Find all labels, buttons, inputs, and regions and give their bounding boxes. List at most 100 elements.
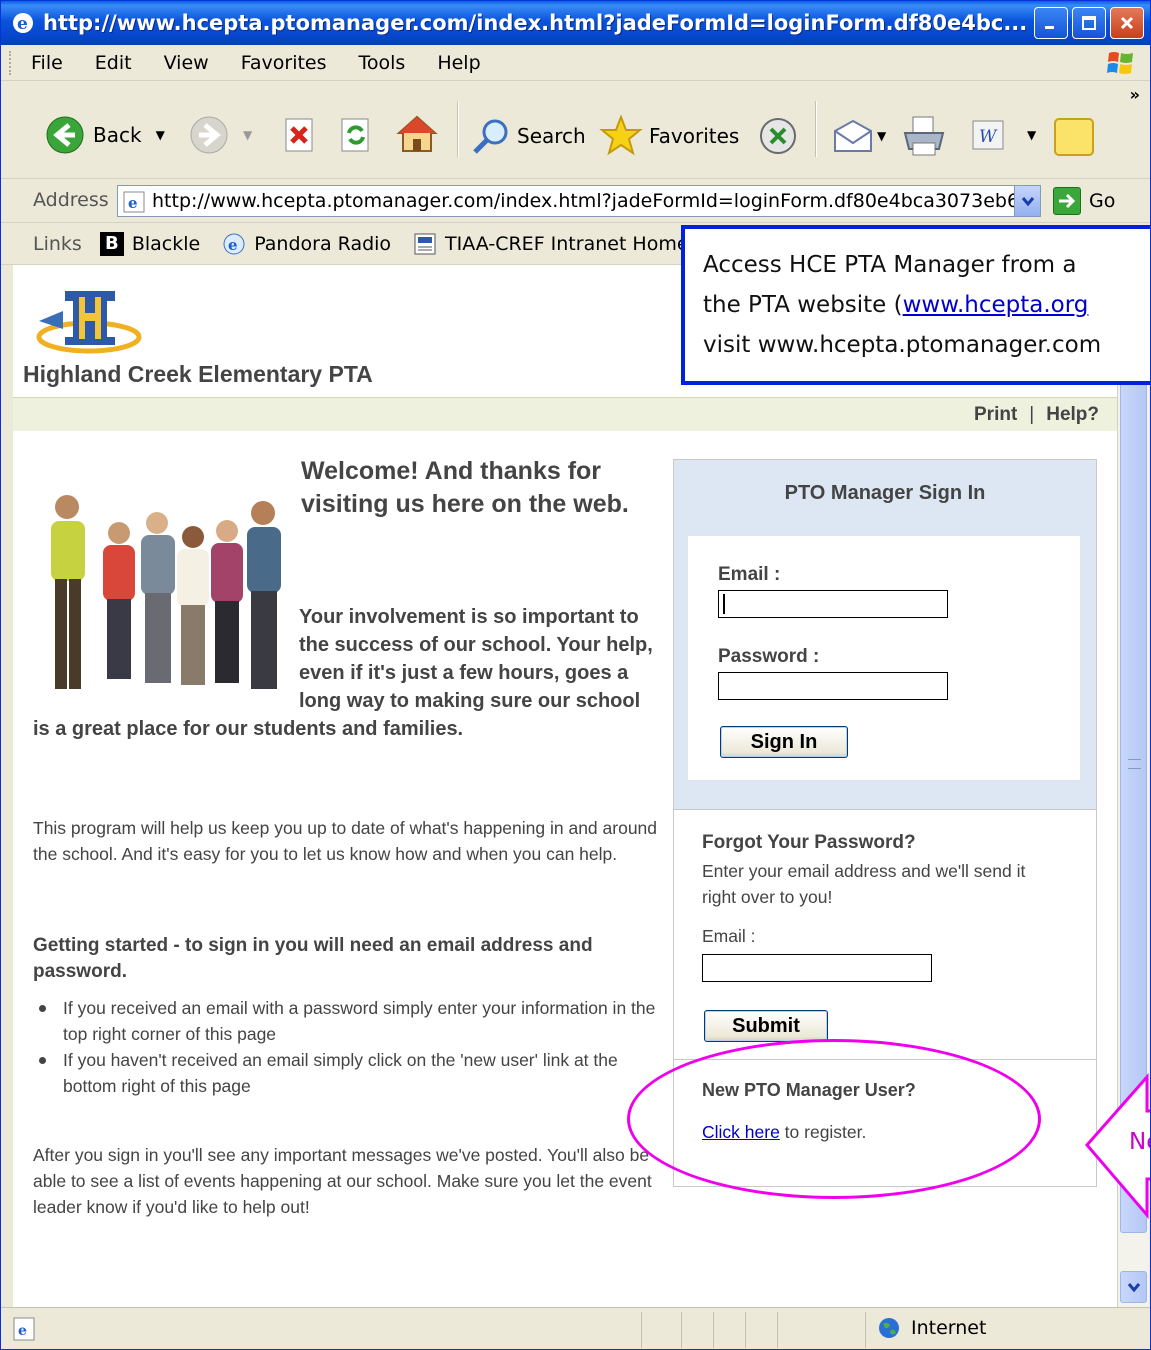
- mail-button[interactable]: ▼: [831, 117, 886, 155]
- link-pandora[interactable]: e Pandora Radio: [222, 232, 391, 256]
- page-ie-icon: e: [123, 191, 145, 213]
- forward-button[interactable]: ▼: [189, 115, 252, 155]
- email-label: Email :: [718, 564, 781, 585]
- title-bar: e http://www.hcepta.ptomanager.com/index…: [1, 1, 1150, 45]
- browser-window: e http://www.hcepta.ptomanager.com/index…: [0, 0, 1151, 1350]
- status-bar: e Internet: [1, 1307, 1150, 1349]
- menu-tools[interactable]: Tools: [359, 52, 406, 74]
- forgot-email-label: Email :: [702, 926, 756, 946]
- callout-line-2-prefix: the PTA website (: [703, 292, 903, 318]
- minimize-icon: [1045, 26, 1054, 29]
- password-field[interactable]: [718, 672, 948, 700]
- list-item: If you haven't received an email simply …: [33, 1047, 663, 1099]
- svg-text:e: e: [18, 1323, 27, 1339]
- signin-section: PTO Manager Sign In Email : Password : S…: [674, 460, 1096, 810]
- intranet-icon: [414, 233, 436, 254]
- forward-arrow-icon: [190, 116, 228, 154]
- menu-edit[interactable]: Edit: [95, 52, 132, 74]
- print-button[interactable]: [901, 113, 947, 159]
- scroll-down-button[interactable]: [1120, 1271, 1147, 1303]
- sign-in-button[interactable]: Sign In: [720, 726, 848, 758]
- home-icon: [396, 115, 438, 152]
- note-icon: [1054, 118, 1094, 156]
- maximize-icon: [1082, 16, 1096, 30]
- globe-icon: [879, 1318, 899, 1338]
- school-logo: [36, 291, 142, 354]
- menu-file[interactable]: File: [31, 52, 63, 74]
- forgot-password-title: Forgot Your Password?: [702, 832, 916, 853]
- annotation-arrow-text: Ne: [1129, 1129, 1150, 1155]
- address-dropdown-icon[interactable]: [1014, 186, 1040, 216]
- menu-favorites[interactable]: Favorites: [241, 52, 327, 74]
- address-url: http://www.hcepta.ptomanager.com/index.h…: [152, 190, 1041, 212]
- after-signin-paragraph: After you sign in you'll see any importa…: [33, 1145, 652, 1217]
- help-link[interactable]: Help?: [1046, 404, 1099, 425]
- svg-text:e: e: [228, 236, 238, 254]
- annotation-callout: Access HCE PTA Manager from a the PTA we…: [681, 225, 1150, 385]
- callout-line-3: visit www.hcepta.ptomanager.com: [703, 332, 1102, 358]
- address-label: Address: [33, 189, 109, 211]
- menu-view[interactable]: View: [164, 52, 209, 74]
- submit-button[interactable]: Submit: [704, 1010, 828, 1042]
- favorites-label: Favorites: [649, 124, 740, 148]
- toolbar: Back ▼ ▼ Search Favorites ▼ W ▼ »: [1, 81, 1150, 179]
- instructions-list: If you received an email with a password…: [33, 995, 663, 1099]
- ie-icon: e: [13, 13, 33, 34]
- toolbar-chevron-icon[interactable]: »: [1130, 85, 1140, 104]
- signin-title: PTO Manager Sign In: [784, 482, 986, 504]
- menu-help[interactable]: Help: [437, 52, 480, 74]
- back-label: Back: [93, 123, 142, 147]
- edit-dropdown-icon[interactable]: ▼: [1027, 128, 1036, 142]
- media-icon: [760, 118, 796, 154]
- refresh-button[interactable]: [339, 117, 373, 153]
- link-blackle[interactable]: B Blackle: [99, 231, 200, 256]
- close-icon: [1120, 16, 1134, 30]
- forgot-password-section: Forgot Your Password? Enter your email a…: [674, 810, 1096, 1060]
- back-arrow-icon: [46, 116, 84, 154]
- favorites-star-icon: [599, 115, 643, 156]
- involvement-text-block: Your involvement is so important to the …: [33, 603, 653, 743]
- ie-page-icon: e: [223, 233, 245, 254]
- callout-line-1: Access HCE PTA Manager from a: [703, 252, 1077, 278]
- stop-button[interactable]: [283, 117, 317, 153]
- svg-text:e: e: [128, 194, 138, 212]
- search-button[interactable]: Search: [471, 117, 586, 155]
- media-button[interactable]: [757, 115, 799, 157]
- email-field[interactable]: [718, 590, 948, 618]
- list-item: If you received an email with a password…: [33, 995, 663, 1047]
- close-button[interactable]: [1110, 7, 1144, 39]
- blackle-icon: B: [99, 231, 124, 256]
- text-cursor: [723, 594, 725, 614]
- windows-logo-icon: [1107, 52, 1133, 74]
- edit-word-button[interactable]: W ▼: [971, 119, 1036, 151]
- address-input[interactable]: e http://www.hcepta.ptomanager.com/index…: [117, 185, 1041, 217]
- back-dropdown-icon[interactable]: ▼: [156, 128, 165, 142]
- discuss-button[interactable]: [1053, 117, 1095, 157]
- go-button[interactable]: Go: [1053, 187, 1115, 215]
- search-label: Search: [517, 124, 586, 148]
- welcome-heading: Welcome! And thanks for visiting us here…: [301, 457, 629, 518]
- forward-dropdown-icon[interactable]: ▼: [243, 128, 252, 142]
- status-page-icon: e: [13, 1317, 35, 1341]
- stop-icon: [285, 118, 313, 152]
- page-nav-bar: Print | Help?: [13, 397, 1117, 431]
- address-bar: Address e http://www.hcepta.ptomanager.c…: [1, 179, 1150, 223]
- program-paragraph: This program will help us keep you up to…: [33, 818, 658, 864]
- links-label: Links: [33, 232, 82, 255]
- home-button[interactable]: [395, 113, 439, 157]
- refresh-icon: [341, 118, 369, 152]
- printer-icon: [903, 116, 945, 156]
- search-icon: [473, 119, 508, 154]
- chevron-down-icon: [1127, 1283, 1140, 1292]
- maximize-button[interactable]: [1072, 7, 1106, 39]
- mail-dropdown-icon[interactable]: ▼: [877, 129, 886, 143]
- print-link[interactable]: Print: [974, 404, 1017, 425]
- minimize-button[interactable]: [1034, 7, 1068, 39]
- favorites-button[interactable]: Favorites: [599, 115, 739, 157]
- link-tiaa[interactable]: TIAA-CREF Intranet Home: [413, 232, 689, 256]
- back-button[interactable]: Back ▼: [45, 115, 165, 155]
- go-arrow-icon: [1053, 187, 1081, 215]
- go-label: Go: [1089, 190, 1116, 212]
- school-name: Highland Creek Elementary PTA: [23, 361, 373, 387]
- forgot-email-field[interactable]: [702, 954, 932, 982]
